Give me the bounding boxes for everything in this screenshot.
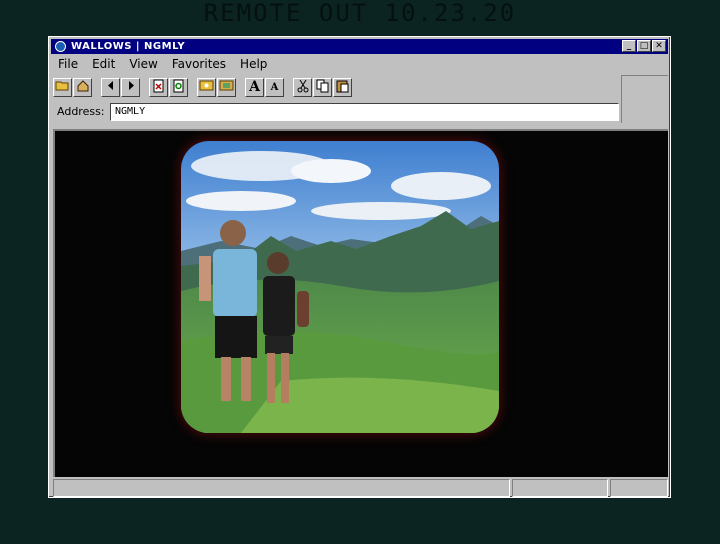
back-icon[interactable] [101, 77, 120, 97]
band-photo [181, 141, 499, 433]
browser-window: WALLOWS | NGMLY _ □ ✕ File Edit View Fav… [48, 36, 671, 498]
address-input[interactable]: NGMLY [110, 103, 619, 121]
picture-icon[interactable] [197, 77, 216, 97]
throbber-panel [621, 75, 668, 123]
menu-edit[interactable]: Edit [87, 55, 120, 73]
maximize-button[interactable]: □ [637, 40, 651, 52]
minimize-button[interactable]: _ [622, 40, 636, 52]
refresh-icon[interactable] [169, 77, 188, 97]
address-bar: Address: NGMLY [53, 101, 619, 123]
status-zone [512, 479, 608, 497]
title-bar[interactable]: WALLOWS | NGMLY _ □ ✕ [51, 39, 668, 54]
cut-icon[interactable] [293, 77, 312, 97]
forward-icon[interactable] [121, 77, 140, 97]
menu-help[interactable]: Help [235, 55, 272, 73]
paste-icon[interactable] [333, 77, 352, 97]
remote-out-banner: REMOTE OUT 10.23.20 [203, 0, 517, 27]
status-bar [53, 479, 668, 497]
copy-icon[interactable] [313, 77, 332, 97]
menu-bar: File Edit View Favorites Help [53, 55, 276, 73]
address-label: Address: [57, 105, 105, 118]
page-content [53, 129, 668, 477]
app-globe-icon [55, 41, 66, 52]
close-button[interactable]: ✕ [652, 40, 666, 52]
home-icon[interactable] [73, 77, 92, 97]
stop-icon[interactable] [149, 77, 168, 97]
increase-font-icon[interactable]: A [245, 77, 264, 97]
toolbar: A A [53, 75, 619, 99]
pictures-icon[interactable] [217, 77, 236, 97]
status-main [53, 479, 510, 497]
open-folder-icon[interactable] [53, 77, 72, 97]
menu-view[interactable]: View [124, 55, 162, 73]
menu-file[interactable]: File [53, 55, 83, 73]
decrease-font-icon[interactable]: A [265, 77, 284, 97]
status-security [610, 479, 668, 497]
menu-favorites[interactable]: Favorites [167, 55, 231, 73]
window-title: WALLOWS | NGMLY [71, 41, 186, 52]
